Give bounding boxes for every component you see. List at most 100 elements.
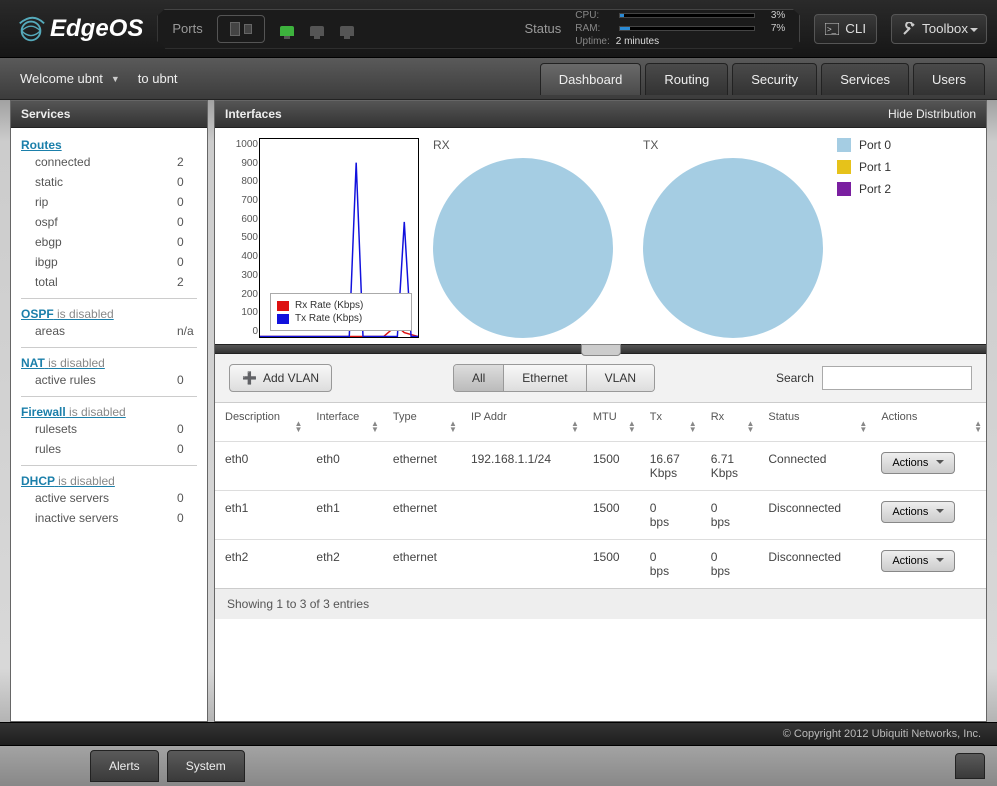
sidebar-section-dhcp[interactable]: DHCP is disabled [21,474,197,488]
copyright-bar: © Copyright 2012 Ubiquiti Networks, Inc. [0,722,997,746]
interface-toolbar: ➕ Add VLAN AllEthernetVLAN Search [215,354,986,403]
add-vlan-button[interactable]: ➕ Add VLAN [229,364,332,392]
sidebar-row: inactive servers0 [21,508,197,528]
sidebar-panel: Services Routesconnected2static0rip0ospf… [10,100,208,722]
brand-logo: EdgeOS [16,14,143,44]
sidebar-row: static0 [21,172,197,192]
welcome-block: Welcome ubnt ▼ to ubnt [20,71,178,86]
port-legend: Port 0Port 1Port 2 [837,138,891,196]
filter-vlan[interactable]: VLAN [587,365,654,391]
filter-segment: AllEthernetVLAN [453,364,655,392]
sidebar-section-nat[interactable]: NAT is disabled [21,356,197,370]
status-metrics: CPU: 3% RAM: 7% Uptime: 2 minutes [575,10,785,47]
sidebar-row: active rules0 [21,370,197,390]
sidebar-section-routes[interactable]: Routes [21,138,197,152]
tab-dashboard[interactable]: Dashboard [540,63,642,95]
rate-line-chart: 10009008007006005004003002001000 Rx Rate… [259,138,419,338]
pie-charts: RX TX [433,138,823,338]
y-ticks: 10009008007006005004003002001000 [230,139,258,337]
tab-services[interactable]: Services [821,63,909,95]
console-port-icon [230,22,240,36]
search-input[interactable] [822,366,972,390]
eth2-port-icon [339,22,355,36]
chevron-down-icon[interactable]: ▼ [111,74,120,84]
ram-label: RAM: [575,23,613,34]
charts-area: 10009008007006005004003002001000 Rx Rate… [215,128,986,344]
tx-pie [643,158,823,338]
sidebar-row: active servers0 [21,488,197,508]
ram-meter [619,26,755,31]
sidebar-section-firewall[interactable]: Firewall is disabled [21,405,197,419]
col-interface[interactable]: Interface▲▼ [306,403,383,442]
sidebar-body: Routesconnected2static0rip0ospf0ebgp0ibg… [11,128,207,721]
bottom-toggle-button[interactable] [955,753,985,779]
tab-routing[interactable]: Routing [645,63,728,95]
col-rx[interactable]: Rx▲▼ [701,403,759,442]
plus-icon: ➕ [242,371,257,385]
ram-pct: 7% [761,23,785,34]
splitter-handle[interactable] [581,344,621,356]
aux-port-icon [244,24,252,34]
tx-pie-label: TX [643,138,658,152]
entries-text: Showing 1 to 3 of 3 entries [215,588,986,619]
status-label: Status [524,21,561,36]
wrench-icon [902,22,916,36]
row-actions-button[interactable]: Actions [881,452,955,474]
content-title: Interfaces [225,107,282,121]
sidebar-header: Services [11,101,207,128]
sidebar-section-ospf[interactable]: OSPF is disabled [21,307,197,321]
toolbox-button[interactable]: Toolbox [891,14,987,44]
search-label: Search [776,371,814,385]
rx-legend-label: Rx Rate (Kbps) [295,300,363,311]
col-mtu[interactable]: MTU▲▼ [583,403,640,442]
rx-swatch [277,301,289,311]
table-row: eth2eth2ethernet15000bps0bpsDisconnected… [215,540,986,589]
col-tx[interactable]: Tx▲▼ [640,403,701,442]
ports-label: Ports [172,21,202,36]
tx-pie-block: TX [643,138,823,338]
row-actions-button[interactable]: Actions [881,501,955,523]
interface-table: Description▲▼Interface▲▼Type▲▼IP Addr▲▼M… [215,403,986,588]
row-actions-button[interactable]: Actions [881,550,955,572]
welcome-text[interactable]: Welcome ubnt [20,71,103,86]
col-actions[interactable]: Actions▲▼ [871,403,986,442]
content-panel: Interfaces Hide Distribution 10009008007… [214,100,987,722]
sidebar-row: rip0 [21,192,197,212]
cpu-label: CPU: [575,10,613,21]
topbar: EdgeOS Ports Status CPU: 3% [0,0,997,58]
sidebar-title: Services [21,107,70,121]
main-area: Services Routesconnected2static0rip0ospf… [0,100,997,732]
search-wrap: Search [776,366,972,390]
uptime-value: 2 minutes [616,36,659,47]
rx-pie-label: RX [433,138,450,152]
globe-icon [16,14,46,44]
rx-pie [433,158,613,338]
col-status[interactable]: Status▲▼ [758,403,871,442]
filter-all[interactable]: All [454,365,504,391]
tab-users[interactable]: Users [913,63,985,95]
port-icons-group [217,15,265,43]
sidebar-row: rulesets0 [21,419,197,439]
rx-pie-block: RX [433,138,613,338]
content-header: Interfaces Hide Distribution [215,101,986,128]
system-button[interactable]: System [167,750,245,782]
cli-button[interactable]: >_ CLI [814,14,877,44]
alerts-button[interactable]: Alerts [90,750,159,782]
splitter[interactable] [215,344,986,354]
col-type[interactable]: Type▲▼ [383,403,461,442]
sidebar-row: ibgp0 [21,252,197,272]
tab-security[interactable]: Security [732,63,817,95]
tx-legend-label: Tx Rate (Kbps) [295,313,362,324]
line-legend: Rx Rate (Kbps) Tx Rate (Kbps) [270,293,412,331]
sidebar-row: ebgp0 [21,232,197,252]
hide-distribution-link[interactable]: Hide Distribution [888,107,976,121]
table-row: eth0eth0ethernet192.168.1.1/24150016.67K… [215,442,986,491]
main-tabs: DashboardRoutingSecurityServicesUsers [540,63,985,95]
secondbar: Welcome ubnt ▼ to ubnt DashboardRoutingS… [0,58,997,100]
col-description[interactable]: Description▲▼ [215,403,306,442]
col-ip-addr[interactable]: IP Addr▲▼ [461,403,583,442]
cpu-meter [619,13,755,18]
table-body: eth0eth0ethernet192.168.1.1/24150016.67K… [215,442,986,589]
brand-text: EdgeOS [50,15,143,43]
filter-ethernet[interactable]: Ethernet [504,365,586,391]
